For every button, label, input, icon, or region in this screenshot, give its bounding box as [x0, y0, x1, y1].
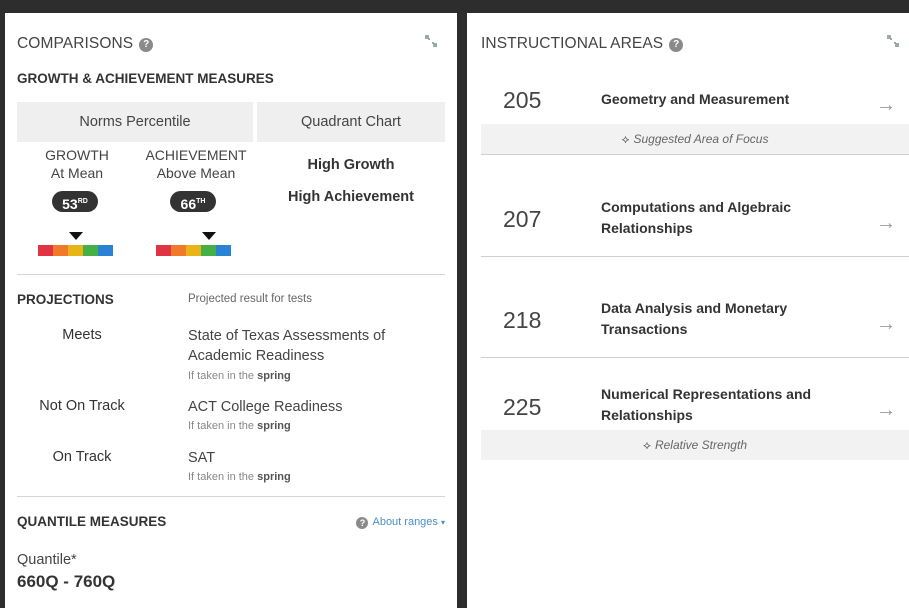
instructional-areas-title: INSTRUCTIONAL AREAS [481, 35, 664, 52]
caret-down-icon: ▾ [440, 518, 445, 527]
color-band-3 [68, 245, 83, 256]
color-band-2 [171, 245, 186, 256]
quadrant-achievement: High Achievement [288, 189, 414, 205]
achievement-label: ACHIEVEMENT [145, 147, 247, 163]
quantile-label: Quantile* [17, 552, 77, 568]
crosshair-diamond-icon: ⟡ [621, 132, 630, 146]
growth-metric: GROWTH At Mean [27, 146, 127, 182]
quantile-title: QUANTILE MEASURES [17, 514, 167, 529]
projection-test-sat: SAT [188, 450, 216, 466]
divider [481, 154, 909, 155]
achievement-desc: Above Mean [156, 165, 236, 181]
arrow-right-icon[interactable]: → [876, 94, 896, 117]
color-band-2 [53, 245, 68, 256]
projection-note: If taken in the spring [188, 370, 291, 382]
projection-status-on-track: On Track [52, 449, 112, 465]
arrow-right-icon[interactable]: → [876, 399, 896, 422]
projection-note: If taken in the spring [188, 471, 291, 483]
area-name: Data Analysis and Monetary Transactions [601, 300, 788, 337]
color-band-5 [98, 245, 113, 256]
area-name: Numerical Representations and Relationsh… [601, 386, 812, 423]
area-score: 218 [503, 307, 542, 333]
achievement-percentile-badge: 66TH [170, 191, 216, 212]
projection-test-staar: State of Texas Assessments of Academic R… [188, 328, 386, 364]
projections-title: PROJECTIONS [17, 292, 114, 307]
projection-test-act: ACT College Readiness [188, 399, 343, 415]
divider [481, 256, 909, 257]
comparisons-title-row: COMPARISONS? [17, 35, 154, 53]
growth-percentile-badge: 53RD [52, 191, 98, 212]
tab-quadrant-chart[interactable]: Quadrant Chart [257, 102, 445, 142]
help-icon[interactable]: ? [669, 38, 684, 52]
growth-achievement-title: GROWTH & ACHIEVEMENT MEASURES [17, 71, 274, 86]
color-band-5 [216, 245, 231, 256]
achievement-color-scale [156, 245, 231, 256]
projection-status-meets: Meets [62, 327, 102, 343]
growth-label: GROWTH [45, 147, 109, 163]
projection-note: If taken in the spring [188, 420, 291, 432]
about-ranges-link[interactable]: ? About ranges ▾ [356, 516, 445, 529]
divider [17, 496, 445, 497]
quantile-value: 660Q - 760Q [17, 572, 116, 591]
color-band-1 [156, 245, 171, 256]
area-name: Geometry and Measurement [601, 91, 790, 107]
achievement-level-marker [201, 232, 216, 240]
projections-subtitle: Projected result for tests [188, 293, 312, 305]
color-band-3 [186, 245, 201, 256]
divider [481, 357, 909, 358]
arrow-right-icon[interactable]: → [876, 212, 896, 235]
relative-strength-tag: ⟡ Relative Strength [481, 430, 909, 460]
divider [17, 274, 445, 275]
area-score: 225 [503, 394, 542, 420]
area-score: 207 [503, 206, 542, 232]
tab-norms-percentile[interactable]: Norms Percentile [17, 102, 253, 142]
arrow-right-icon[interactable]: → [876, 313, 896, 336]
comparisons-panel: COMPARISONS? GROWTH & ACHIEVEMENT MEASUR… [5, 13, 457, 608]
expand-icon[interactable] [886, 34, 900, 48]
help-icon: ? [356, 517, 369, 529]
projection-status-not-on-track: Not On Track [39, 398, 125, 414]
growth-desc: At Mean [50, 165, 104, 181]
expand-icon[interactable] [424, 34, 438, 48]
achievement-metric: ACHIEVEMENT Above Mean [141, 146, 251, 182]
growth-color-scale [38, 245, 113, 256]
color-band-4 [83, 245, 98, 256]
area-name: Computations and Algebraic Relationships [601, 199, 792, 236]
area-score: 205 [503, 87, 542, 113]
help-icon[interactable]: ? [139, 38, 154, 52]
suggested-focus-tag: ⟡ Suggested Area of Focus [481, 124, 909, 154]
growth-level-marker [68, 232, 83, 240]
quadrant-growth: High Growth [307, 157, 395, 173]
comparisons-title: COMPARISONS [17, 35, 134, 52]
instructional-areas-panel: INSTRUCTIONAL AREAS? 205 Geometry and Me… [467, 13, 909, 608]
color-band-4 [201, 245, 216, 256]
instructional-title-row: INSTRUCTIONAL AREAS? [481, 35, 684, 53]
color-band-1 [38, 245, 53, 256]
crosshair-diamond-icon: ⟡ [643, 438, 651, 452]
